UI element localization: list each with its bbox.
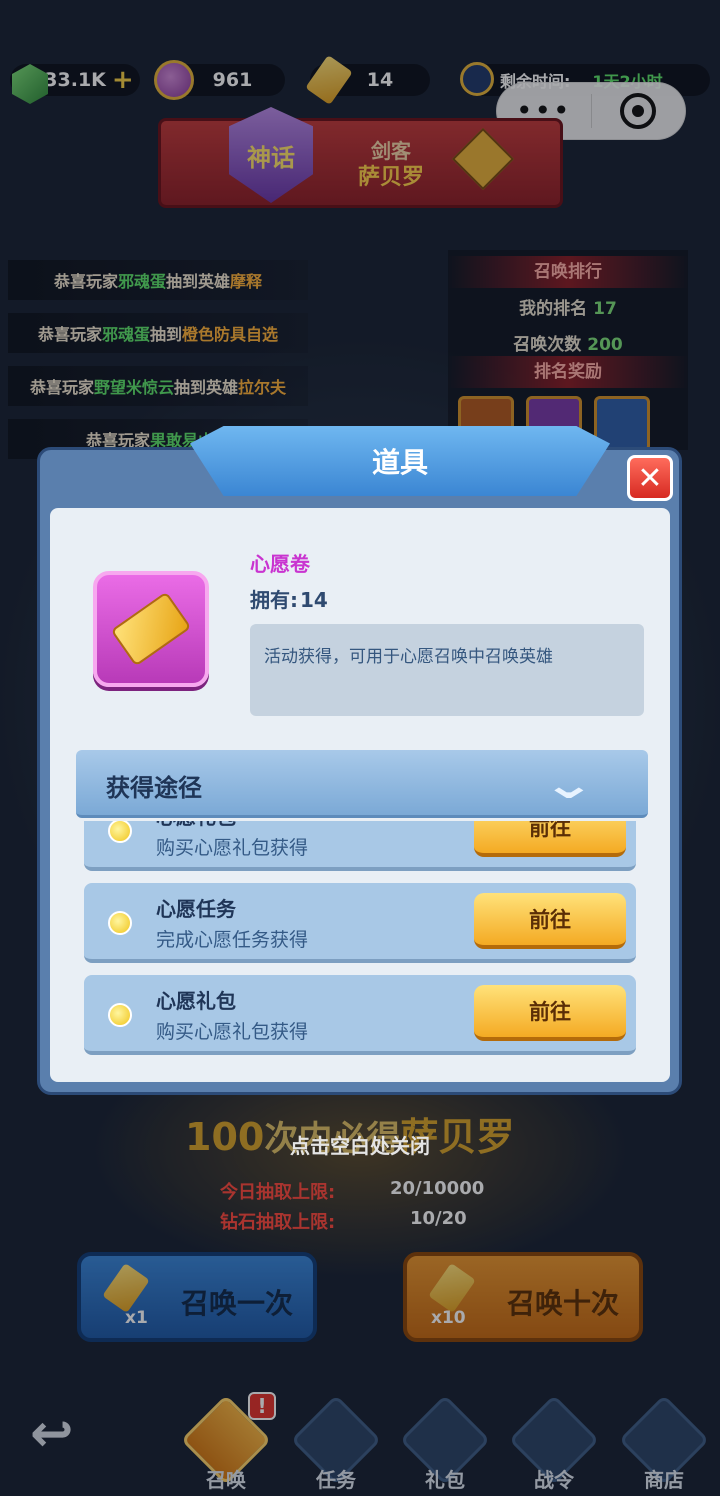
route-subtitle: 购买心愿礼包获得 [156, 837, 309, 859]
route-item: 心愿礼包 购买心愿礼包获得 前往 [84, 821, 636, 871]
owned-count: 拥有: 14 [250, 584, 328, 613]
go-button[interactable]: 前往 [474, 985, 626, 1041]
go-button[interactable]: 前往 [474, 893, 626, 949]
route-item: 心愿礼包 购买心愿礼包获得 前往 [84, 975, 636, 1055]
routes-list[interactable]: 心愿礼包 购买心愿礼包获得 前往 心愿任务 完成心愿任务获得 前往 心愿礼包 购… [76, 821, 648, 1071]
bullet-icon [108, 911, 132, 935]
item-description: 活动获得，可用于心愿召唤中召唤英雄 [250, 624, 644, 716]
chevron-down-icon: ⌄ [542, 762, 597, 808]
dialog-title: 道具 [371, 446, 428, 479]
bullet-icon [108, 821, 132, 843]
bullet-icon [108, 1003, 132, 1027]
item-name: 心愿卷 [250, 552, 310, 576]
acquire-routes-header[interactable]: 获得途径 ⌄ [76, 750, 648, 818]
wish-ticket-icon [93, 571, 209, 687]
route-subtitle: 完成心愿任务获得 [156, 929, 309, 951]
route-title: 心愿任务 [156, 897, 236, 921]
close-button[interactable]: ✕ [627, 455, 673, 501]
dialog-body: 心愿卷 拥有:14 活动获得，可用于心愿召唤中召唤英雄 获得途径 ⌄ 心愿礼包 … [50, 508, 670, 1082]
close-hint: 点击空白处关闭 [290, 1134, 430, 1158]
owned-value: 14 [300, 588, 328, 612]
go-button[interactable]: 前往 [474, 821, 626, 857]
route-item: 心愿任务 完成心愿任务获得 前往 [84, 883, 636, 963]
item-dialog: 道具 ✕ 心愿卷 拥有: 14 活动获得，可用于心愿召唤中召唤英雄 获得途径 ⌄ … [37, 426, 682, 1095]
routes-title: 获得途径 [106, 774, 202, 802]
owned-label: 拥有: [250, 588, 298, 612]
ticket-icon [110, 591, 192, 667]
route-title: 心愿礼包 [156, 989, 236, 1013]
route-title: 心愿礼包 [156, 821, 236, 830]
route-subtitle: 购买心愿礼包获得 [156, 1021, 309, 1043]
dialog-title-ribbon: 道具 [190, 426, 610, 496]
